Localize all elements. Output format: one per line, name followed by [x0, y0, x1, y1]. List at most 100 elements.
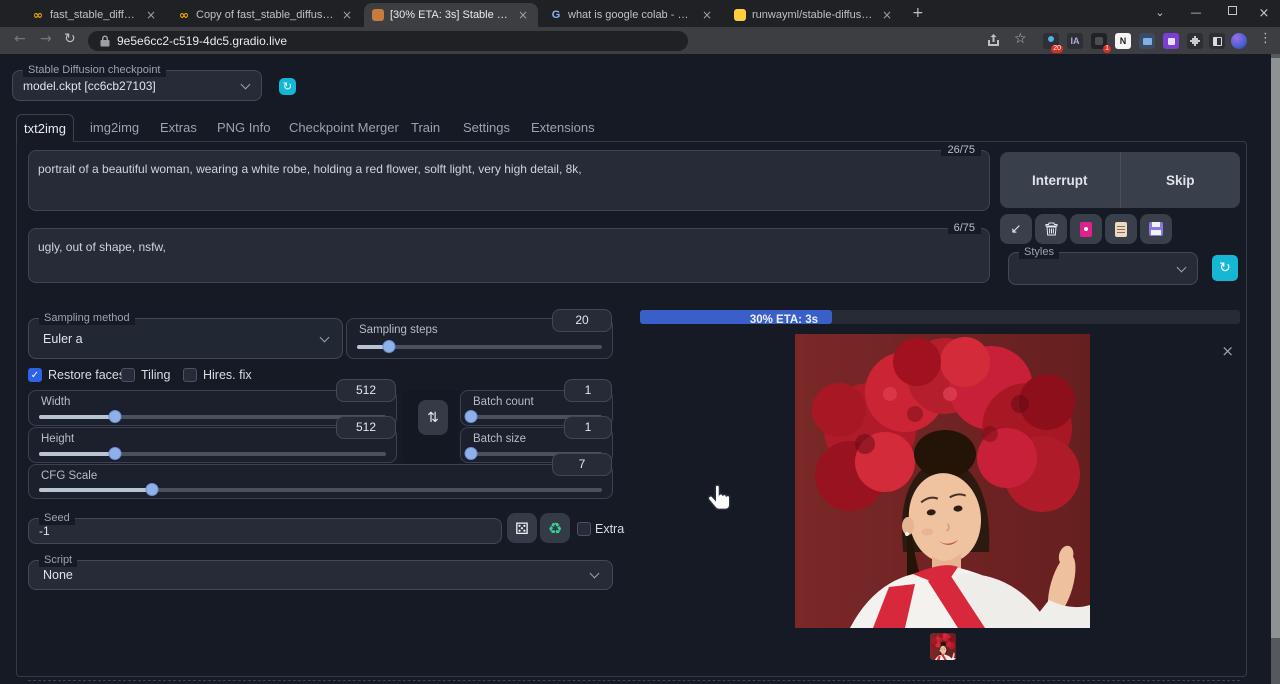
sampling-method-dropdown[interactable]: Sampling method Euler a — [28, 311, 343, 359]
width-slider[interactable] — [39, 410, 386, 423]
extension-ia-icon[interactable]: IA — [1067, 33, 1083, 49]
tab-extras[interactable]: Extras — [160, 120, 197, 135]
batch-count-label: Batch count — [473, 396, 534, 408]
checkpoint-label: Stable Diffusion checkpoint — [23, 63, 166, 77]
lock-icon — [100, 35, 110, 47]
width-label: Width — [41, 396, 71, 408]
tab-checkpoint-merger[interactable]: Checkpoint Merger — [289, 120, 399, 135]
negative-prompt-textarea[interactable]: ugly, out of shape, nsfw, 6/75 — [28, 222, 990, 283]
slider-thumb[interactable] — [108, 447, 122, 460]
tab-title: fast_stable_diffusion_AUTOMA — [50, 9, 138, 21]
page-scrollbar[interactable] — [1271, 54, 1280, 684]
window-menu-icon[interactable]: ⌄ — [1150, 6, 1170, 19]
browser-tab-huggingface[interactable]: runwayml/stable-diffusion-v1 × — [726, 3, 902, 27]
sampling-method-value: Euler a — [43, 332, 83, 346]
colab-icon: ∞ — [179, 8, 189, 22]
slider-thumb[interactable] — [382, 340, 396, 353]
browser-menu-icon[interactable]: ⋮ — [1259, 31, 1272, 46]
screen: { "icons": { "infinity": "∞", "g_letter"… — [0, 0, 1280, 684]
cfg-scale-slider[interactable] — [39, 483, 602, 496]
forward-icon[interactable]: → — [40, 31, 52, 47]
extension-notion-icon[interactable]: N — [1115, 33, 1131, 49]
cfg-scale-value[interactable]: 7 — [552, 453, 612, 476]
extension-badge: 1 — [1103, 45, 1111, 53]
tab-close-icon[interactable]: × — [340, 8, 354, 22]
share-icon[interactable] — [986, 33, 1001, 48]
extension-pin-icon[interactable]: 20 — [1043, 33, 1063, 53]
hand-pointer-cursor — [707, 484, 731, 511]
seed-input[interactable]: Seed -1 — [28, 511, 502, 544]
browser-toolbar: ← → ↻ 9e5e6cc2-c519-4dc5.gradio.live ☆ 2… — [0, 27, 1280, 54]
tab-close-icon[interactable]: × — [516, 8, 530, 22]
random-seed-dice-button[interactable]: ⚄ — [507, 513, 537, 543]
negative-prompt-text: ugly, out of shape, nsfw, — [38, 240, 166, 254]
tab-txt2img[interactable]: txt2img — [16, 114, 74, 142]
slider-thumb[interactable] — [464, 447, 478, 460]
tab-extensions[interactable]: Extensions — [531, 120, 595, 135]
back-icon[interactable]: ← — [14, 31, 26, 47]
address-bar[interactable]: 9e5e6cc2-c519-4dc5.gradio.live — [88, 31, 688, 51]
tab-train[interactable]: Train — [411, 120, 440, 135]
script-label: Script — [39, 553, 78, 567]
extension-purple-icon[interactable] — [1163, 33, 1179, 49]
prompt-token-counter: 26/75 — [941, 144, 981, 156]
styles-dropdown[interactable]: Styles — [1008, 245, 1198, 285]
browser-tab-colab-2[interactable]: ∞ Copy of fast_stable_diffusion_ × — [170, 3, 362, 27]
extension-image-icon[interactable] — [1139, 33, 1155, 49]
sampling-steps-slider-block: Sampling steps 20 — [346, 309, 613, 359]
script-dropdown[interactable]: Script None — [28, 553, 613, 590]
cfg-scale-slider-block: CFG Scale 7 — [28, 453, 613, 499]
browser-tab-stable-diffusion[interactable]: [30% ETA: 3s] Stable Diffusion × — [364, 3, 538, 27]
swap-dimensions-button[interactable]: ⇅ — [418, 400, 448, 435]
batch-size-value[interactable]: 1 — [564, 416, 612, 439]
extension-badge: 20 — [1051, 45, 1063, 53]
script-value: None — [43, 568, 73, 582]
slider-thumb[interactable] — [145, 483, 159, 496]
checkpoint-dropdown[interactable]: Stable Diffusion checkpoint model.ckpt [… — [12, 63, 262, 101]
colab-icon: ∞ — [33, 8, 43, 22]
checkpoint-value: model.ckpt [cc6cb27103] — [23, 79, 156, 93]
sidebar-panel-icon[interactable] — [1209, 33, 1225, 49]
browser-tab-colab-1[interactable]: ∞ fast_stable_diffusion_AUTOMA × — [24, 3, 166, 27]
window-maximize-button[interactable] — [1222, 6, 1242, 18]
styles-label: Styles — [1019, 245, 1059, 259]
slider-thumb[interactable] — [108, 410, 122, 423]
reuse-seed-recycle-button[interactable]: ♻ — [540, 513, 570, 543]
skip-button[interactable]: Skip — [1121, 152, 1241, 208]
sampling-steps-slider[interactable] — [357, 340, 602, 353]
slider-thumb[interactable] — [464, 410, 478, 423]
interrupt-button[interactable]: Interrupt — [1000, 152, 1121, 208]
checkpoint-refresh-button[interactable]: ↻ — [279, 78, 296, 95]
tab-settings[interactable]: Settings — [463, 120, 510, 135]
tab-img2img[interactable]: img2img — [90, 120, 139, 135]
huggingface-icon — [734, 9, 746, 21]
styles-refresh-button[interactable]: ↻ — [1212, 255, 1238, 281]
sampling-steps-label: Sampling steps — [359, 324, 438, 336]
url-text: 9e5e6cc2-c519-4dc5.gradio.live — [117, 34, 288, 48]
sampling-steps-value[interactable]: 20 — [552, 309, 612, 332]
scrollbar-thumb[interactable] — [1271, 58, 1280, 638]
bookmark-star-icon[interactable]: ☆ — [1014, 31, 1027, 47]
tab-close-icon[interactable]: × — [700, 8, 714, 22]
batch-size-label: Batch size — [473, 433, 527, 445]
batch-count-value[interactable]: 1 — [564, 379, 612, 402]
height-value[interactable]: 512 — [336, 416, 396, 439]
profile-avatar[interactable] — [1231, 33, 1247, 49]
new-tab-button[interactable]: + — [912, 5, 924, 21]
prompt-textarea[interactable]: portrait of a beautiful woman, wearing a… — [28, 144, 990, 211]
tab-title: [30% ETA: 3s] Stable Diffusion — [390, 9, 510, 21]
window-minimize-button[interactable]: — — [1186, 6, 1206, 19]
reload-icon[interactable]: ↻ — [64, 31, 76, 47]
tab-close-icon[interactable]: × — [144, 8, 158, 22]
gradio-icon — [372, 9, 384, 21]
height-slider[interactable] — [39, 447, 386, 460]
browser-tab-google[interactable]: G what is google colab - Googl × — [542, 3, 722, 27]
width-value[interactable]: 512 — [336, 379, 396, 402]
tab-close-icon[interactable]: × — [880, 8, 894, 22]
interrupt-skip-group: Interrupt Skip — [1000, 152, 1240, 208]
extension-chat-icon[interactable]: 1 — [1091, 33, 1111, 53]
extensions-puzzle-icon[interactable] — [1187, 33, 1203, 49]
window-close-button[interactable]: × — [1254, 6, 1274, 21]
negative-prompt-token-counter: 6/75 — [947, 222, 981, 234]
tab-png-info[interactable]: PNG Info — [217, 120, 270, 135]
